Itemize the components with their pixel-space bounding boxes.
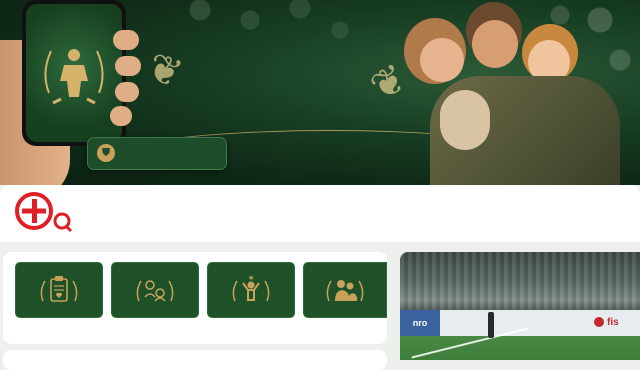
tile-clipboard[interactable] xyxy=(15,262,103,318)
player-figure xyxy=(488,312,494,338)
family-icon xyxy=(326,280,364,302)
shield-icon: ⛊ xyxy=(97,144,115,162)
family-hug-image xyxy=(400,0,640,185)
stadium-stands xyxy=(400,252,640,312)
plus-search-logo[interactable] xyxy=(14,191,74,235)
phone-screen xyxy=(26,4,122,142)
logo-bar xyxy=(0,185,640,242)
hero-badge: ⛊ xyxy=(87,137,227,170)
hero-banner: ❦ ❦ ⛊ xyxy=(0,0,640,185)
phone-image xyxy=(22,0,126,146)
board-sponsor-left: nro xyxy=(400,310,440,336)
stadium-photo: nro fis xyxy=(400,252,640,360)
pitch xyxy=(400,336,640,360)
clipboard-heart-icon xyxy=(40,276,78,302)
celebrating-person-icon: ★ xyxy=(232,274,270,302)
board-sponsor-right: fis xyxy=(594,312,640,334)
hockey-player-icon xyxy=(44,49,104,105)
secondary-panel xyxy=(3,350,387,370)
plus-search-icon xyxy=(15,192,73,233)
tile-family[interactable] xyxy=(303,262,387,318)
svg-text:★: ★ xyxy=(248,274,254,282)
connection-icon xyxy=(136,280,174,302)
tile-connection[interactable] xyxy=(111,262,199,318)
tile-celebration[interactable]: ★ xyxy=(207,262,295,318)
